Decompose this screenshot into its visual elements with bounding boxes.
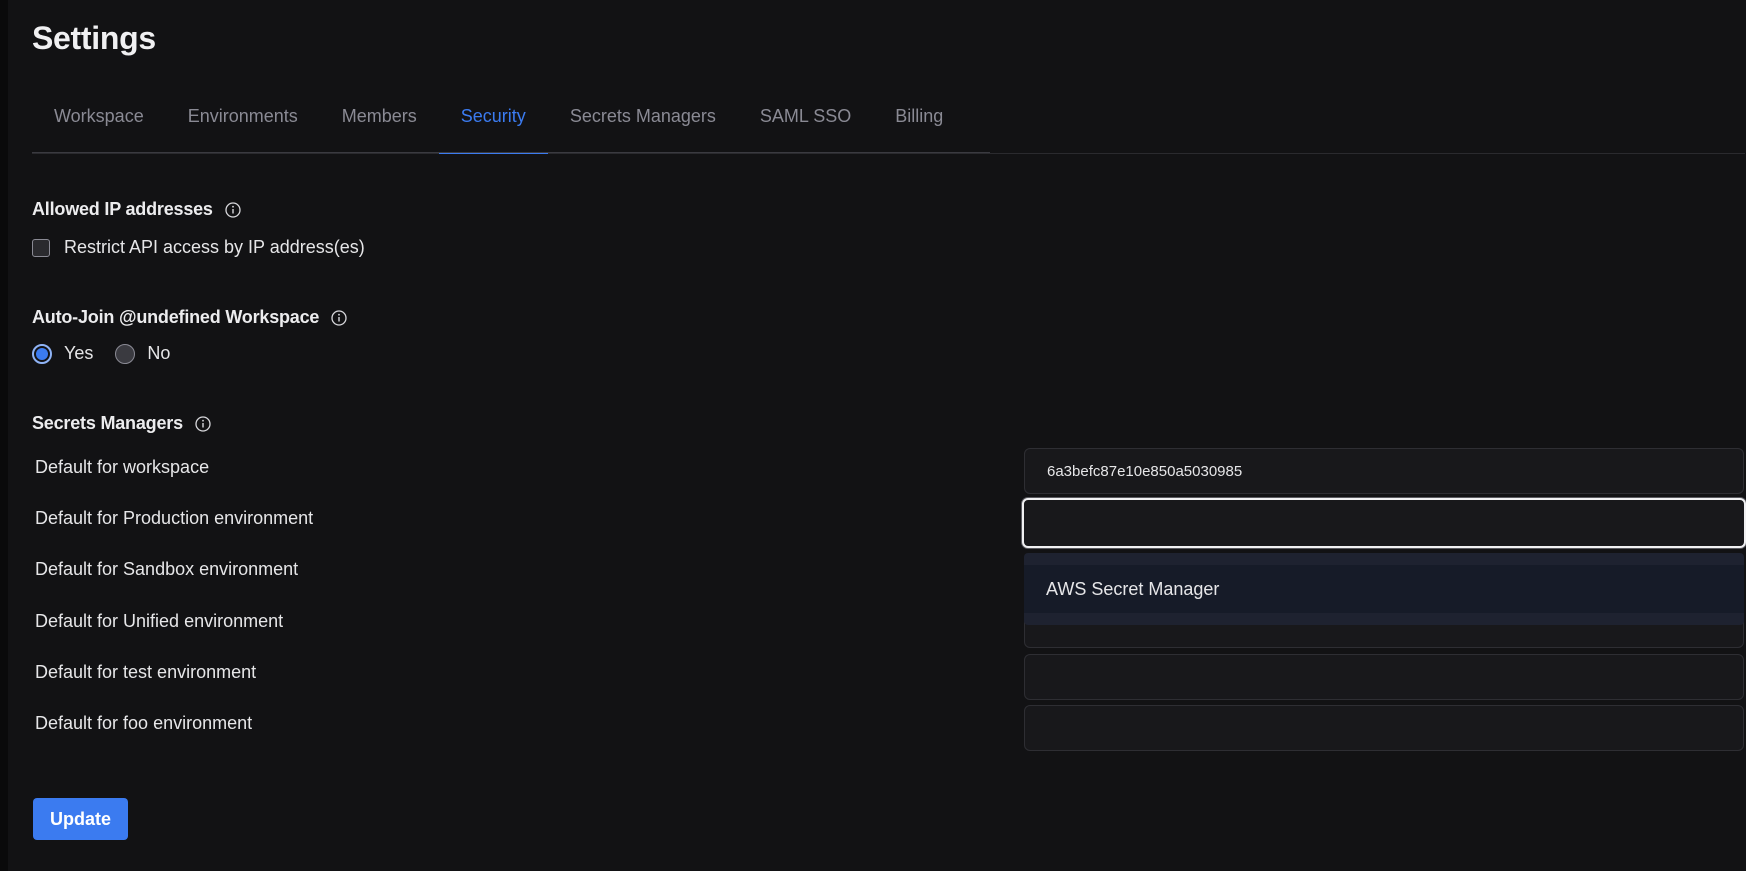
auto-join-option-no[interactable]: No: [115, 343, 170, 364]
tab-security[interactable]: Security: [438, 88, 548, 154]
info-icon[interactable]: [331, 309, 347, 326]
auto-join-heading: Auto-Join @undefined Workspace: [32, 307, 347, 328]
dropdown-option-aws-secret-manager[interactable]: AWS Secret Manager: [1024, 565, 1744, 613]
tab-strip-underline: [32, 152, 990, 153]
allowed-ip-heading: Allowed IP addresses: [32, 199, 241, 220]
auto-join-option-yes[interactable]: Yes: [32, 343, 93, 364]
info-icon[interactable]: [195, 415, 211, 432]
tab-saml-sso[interactable]: SAML SSO: [738, 88, 873, 153]
sm-input-test[interactable]: [1024, 654, 1744, 700]
update-button[interactable]: Update: [33, 798, 128, 840]
auto-join-radio-group: Yes No: [32, 343, 192, 364]
restrict-ip-checkbox[interactable]: [32, 238, 50, 257]
sm-label-unified: Default for Unified environment: [35, 611, 284, 631]
auto-join-heading-text: Auto-Join @undefined Workspace: [32, 307, 320, 327]
sm-label-production: Default for Production environment: [35, 508, 314, 528]
sm-label-workspace: Default for workspace: [35, 457, 210, 477]
radio-no[interactable]: [115, 343, 136, 364]
sm-label-foo: Default for foo environment: [35, 713, 253, 733]
tab-workspace[interactable]: Workspace: [32, 88, 166, 153]
secrets-managers-heading-text: Secrets Managers: [32, 413, 183, 433]
allowed-ip-heading-text: Allowed IP addresses: [32, 199, 213, 219]
tab-billing[interactable]: Billing: [873, 88, 965, 153]
sm-label-sandbox: Default for Sandbox environment: [35, 559, 299, 579]
page-title: Settings: [32, 20, 156, 56]
tab-secrets-managers[interactable]: Secrets Managers: [548, 88, 738, 153]
secrets-managers-heading: Secrets Managers: [32, 413, 211, 434]
sm-dropdown-menu: AWS Secret Manager: [1024, 553, 1744, 625]
sm-input-foo[interactable]: [1024, 705, 1744, 751]
tab-strip: Workspace Environments Members Security …: [32, 88, 965, 154]
settings-tabs: Workspace Environments Members Security …: [32, 88, 1745, 154]
restrict-ip-row: Restrict API access by IP address(es): [32, 237, 365, 258]
tab-members[interactable]: Members: [320, 88, 439, 153]
tab-environments[interactable]: Environments: [166, 88, 320, 153]
sm-label-test: Default for test environment: [35, 662, 257, 682]
radio-yes-label: Yes: [64, 343, 94, 363]
restrict-ip-label: Restrict API access by IP address(es): [64, 237, 365, 257]
sm-input-workspace[interactable]: 6a3befc87e10e850a5030985: [1024, 448, 1744, 494]
radio-no-label: No: [147, 343, 171, 363]
settings-page: Settings Workspace Environments Members …: [0, 0, 1746, 871]
radio-yes[interactable]: [32, 343, 52, 364]
sm-input-production[interactable]: [1022, 498, 1746, 548]
info-icon[interactable]: [225, 201, 241, 218]
